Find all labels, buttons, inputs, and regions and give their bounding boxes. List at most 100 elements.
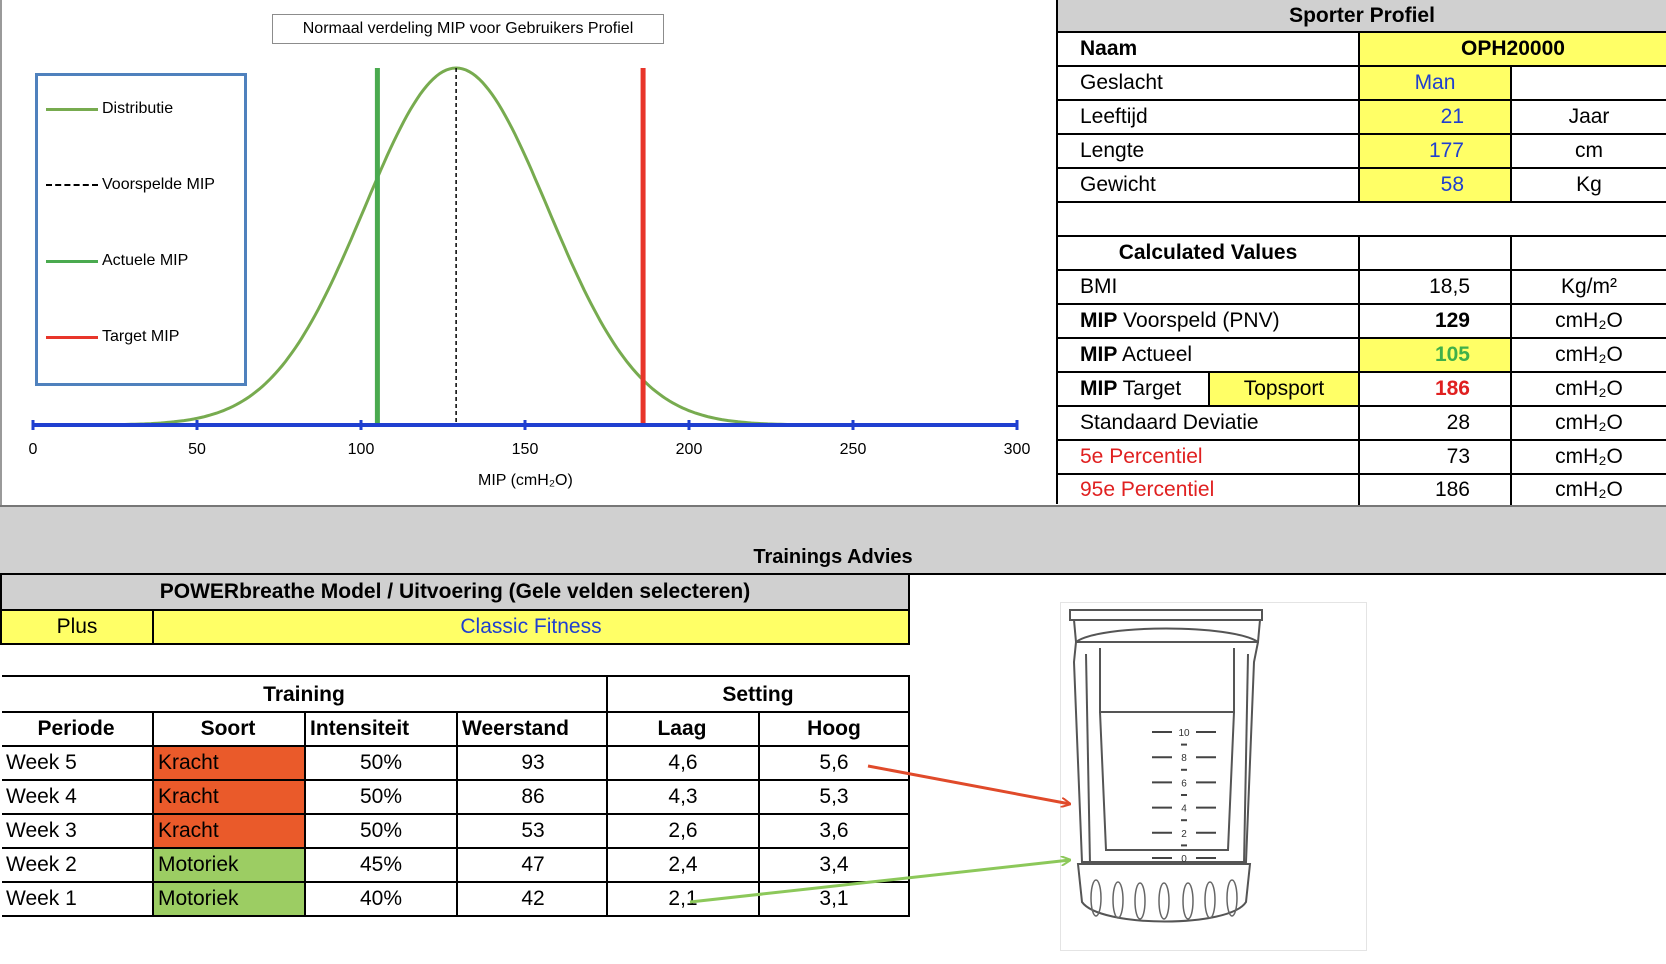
table-row-intensiteit: 45% (359, 853, 403, 876)
table-row-laag: 4,3 (668, 785, 698, 808)
x-axis-title: MIP (cmH₂O) (478, 472, 573, 489)
x-tick-label: 250 (839, 441, 867, 458)
table-row-weerstand: 47 (521, 853, 545, 876)
grid-line (2, 643, 910, 645)
grid-line (1058, 201, 1666, 203)
gewicht-unit: Kg (1576, 173, 1602, 196)
grid-line (758, 711, 760, 917)
grid-line (304, 711, 306, 917)
group-setting: Setting (722, 683, 794, 706)
col-periode: Periode (37, 717, 115, 740)
table-row-intensiteit: 40% (359, 887, 403, 910)
naam-value[interactable]: OPH20000 (1360, 33, 1666, 65)
grid-line (1058, 439, 1666, 441)
mip-target-level[interactable]: Topsport (1210, 373, 1358, 405)
leeftijd-value[interactable]: 21 (1360, 101, 1510, 133)
grid-line (1510, 235, 1512, 505)
mip-target-value: 186 (1434, 377, 1470, 400)
grid-line (1058, 473, 1666, 475)
legend-swatch-actuele (46, 259, 98, 263)
calculated-header: Calculated Values (1118, 241, 1298, 264)
x-tick-label: 300 (1003, 441, 1031, 458)
legend-item-actuele: Actuele MIP (46, 252, 188, 270)
lengte-unit: cm (1575, 139, 1603, 162)
device-scale-label: 10 (1178, 728, 1190, 739)
mip-voorspeld-value: 129 (1434, 309, 1470, 332)
table-row-periode: Week 5 (6, 751, 77, 774)
grid-line (2, 675, 910, 677)
col-weerstand: Weerstand (462, 717, 569, 740)
table-row-laag: 2,1 (668, 887, 698, 910)
gewicht-value[interactable]: 58 (1360, 169, 1510, 201)
table-row-laag: 4,6 (668, 751, 698, 774)
grid-line (1058, 371, 1666, 373)
table-row-hoog: 3,6 (819, 819, 849, 842)
naam-label: Naam (1080, 37, 1138, 60)
geslacht-value[interactable]: Man (1360, 67, 1510, 99)
model-header: POWERbreathe Model / Uitvoering (Gele ve… (2, 575, 908, 609)
lengte-value[interactable]: 177 (1360, 135, 1510, 167)
grid-line (152, 609, 154, 645)
table-row-intensiteit: 50% (359, 751, 403, 774)
legend-swatch-voorspelde (46, 184, 98, 186)
bmi-unit: Kg/m² (1560, 275, 1617, 298)
grid-line (152, 711, 154, 917)
bmi-value: 18,5 (1429, 275, 1470, 298)
chart-legend: Distributie Voorspelde MIP Actuele MIP T… (35, 73, 247, 386)
model-select[interactable]: Plus (2, 611, 152, 643)
table-row-soort: Kracht (154, 747, 304, 779)
grid-line (1058, 337, 1666, 339)
x-tick-label: 0 (28, 441, 38, 458)
grid-line (1208, 371, 1210, 405)
table-row-weerstand: 42 (521, 887, 545, 910)
p95-unit: cmH₂O (1555, 478, 1623, 501)
grid-line (1058, 235, 1666, 237)
grid-line (1510, 65, 1512, 201)
grid-line (2, 609, 910, 611)
mip-bold: MIP (1080, 309, 1118, 332)
col-laag: Laag (657, 717, 707, 740)
uitvoering-select[interactable]: Classic Fitness (154, 611, 908, 643)
x-tick-label: 150 (511, 441, 539, 458)
mip-voorspeld-text: Voorspeld (PNV) (1117, 309, 1280, 332)
grid-line (908, 575, 910, 645)
device-scale-label: 2 (1181, 829, 1187, 840)
table-row-periode: Week 2 (6, 853, 77, 876)
window-edge (0, 0, 2, 505)
device-scale-label: 0 (1181, 854, 1187, 865)
legend-label: Voorspelde MIP (102, 176, 215, 193)
table-row-periode: Week 4 (6, 785, 77, 808)
legend-label: Target MIP (102, 328, 180, 345)
advies-header: Trainings Advies (0, 540, 1666, 574)
mip-bold: MIP (1080, 343, 1118, 366)
table-row-intensiteit: 50% (359, 785, 403, 808)
table-row-hoog: 5,3 (819, 785, 849, 808)
col-soort: Soort (200, 717, 256, 740)
table-row-soort: Motoriek (154, 849, 304, 881)
geslacht-label: Geslacht (1080, 71, 1163, 94)
table-row-weerstand: 93 (521, 751, 545, 774)
table-row-intensiteit: 50% (359, 819, 403, 842)
grid-line (1358, 31, 1360, 201)
grid-line (1058, 133, 1666, 135)
mip-target-text: Target (1117, 377, 1182, 400)
mip-actueel-value[interactable]: 105 (1360, 339, 1510, 371)
legend-item-distributie: Distributie (46, 100, 173, 118)
bmi-label: BMI (1080, 275, 1118, 298)
table-row-hoog: 5,6 (819, 751, 849, 774)
grid-line (1058, 167, 1666, 169)
x-tick-label: 50 (188, 441, 206, 458)
p5-label: 5e Percentiel (1080, 445, 1203, 468)
mip-actueel-label: MIP Actueel (1058, 339, 1358, 371)
mip-actueel-text: Actueel (1117, 343, 1193, 366)
mip-bold: MIP (1080, 377, 1118, 400)
x-tick-label: 200 (675, 441, 703, 458)
lengte-label: Lengte (1080, 139, 1145, 162)
grid-line (1058, 65, 1666, 67)
table-row-laag: 2,4 (668, 853, 698, 876)
leeftijd-unit: Jaar (1568, 105, 1610, 128)
p95-value: 186 (1434, 478, 1470, 501)
grid-line (1058, 303, 1666, 305)
group-training: Training (263, 683, 345, 706)
grid-line (606, 675, 608, 917)
